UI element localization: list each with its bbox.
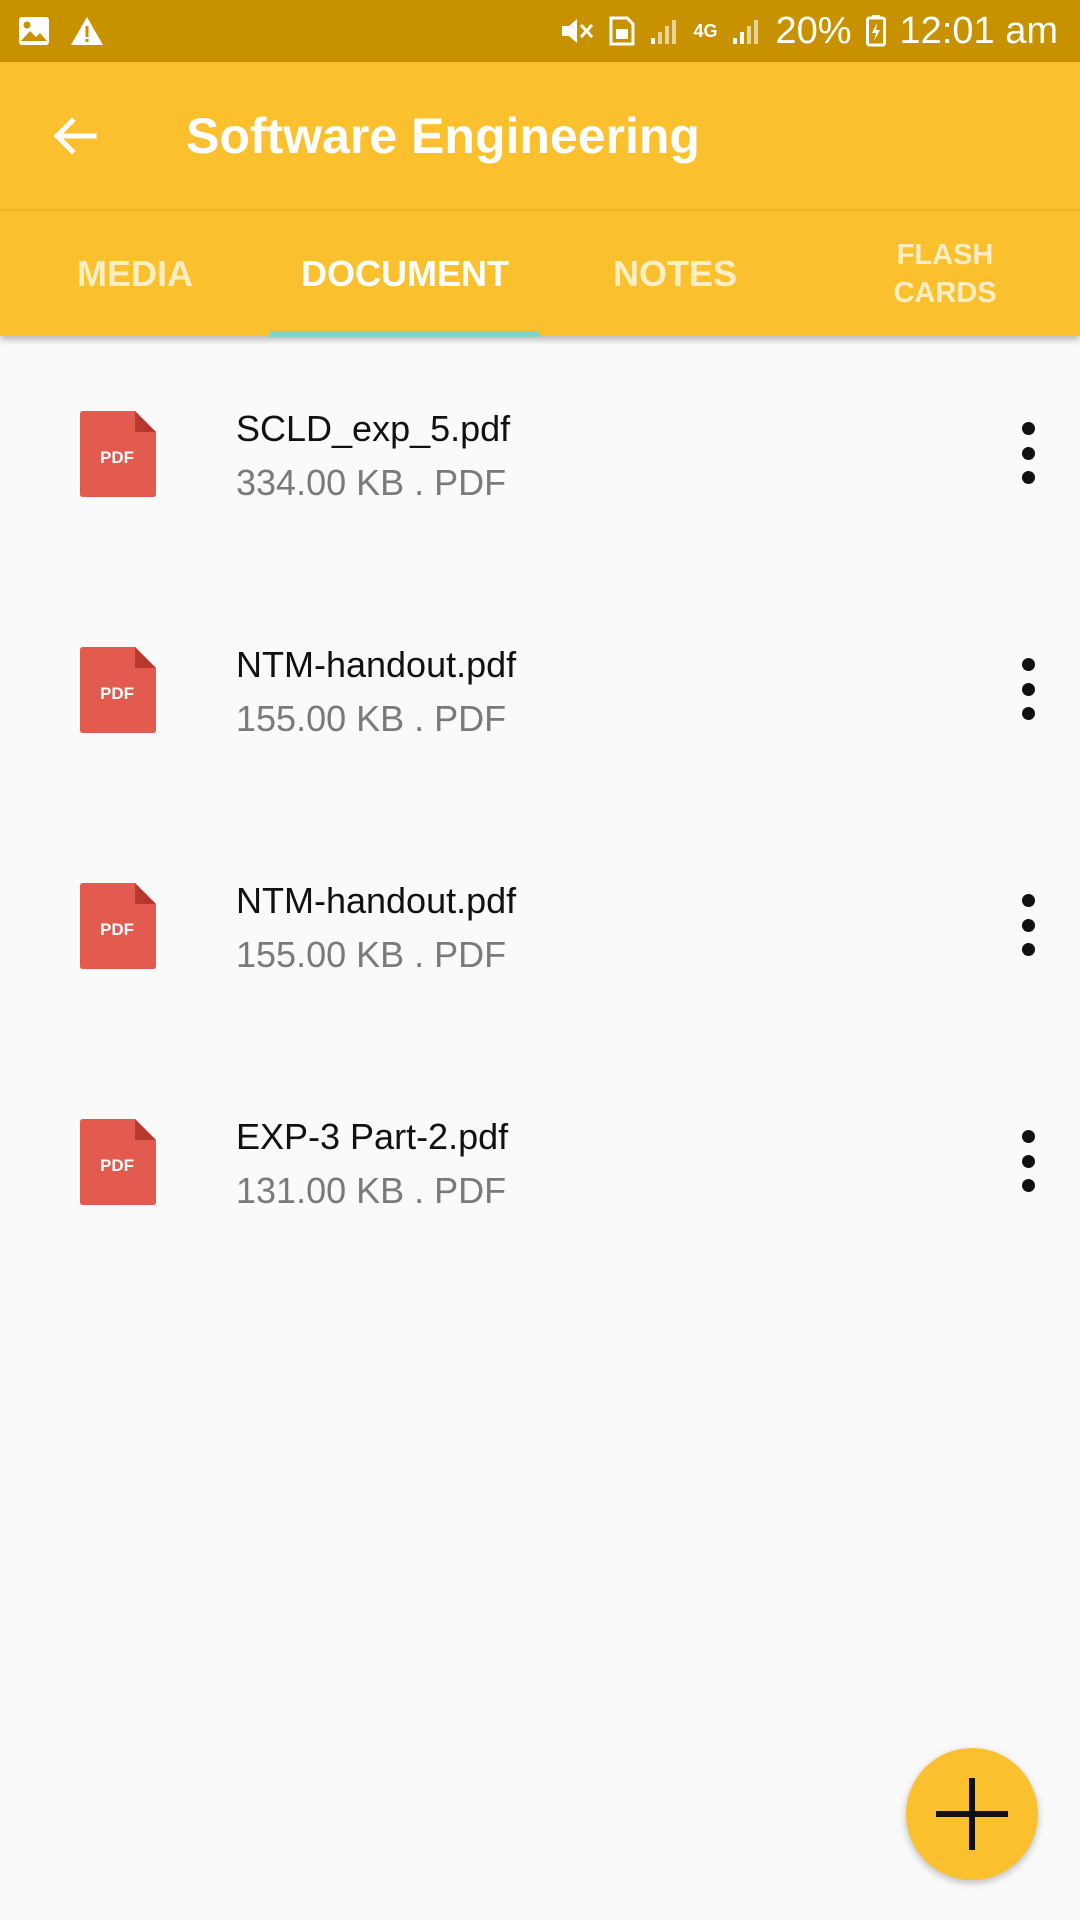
page-title: Software Engineering	[186, 108, 700, 164]
file-info: NTM-handout.pdf 155.00 KB . PDF	[236, 880, 516, 976]
list-item[interactable]: PDF NTM-handout.pdf 155.00 KB . PDF	[0, 572, 1080, 808]
mute-icon	[559, 16, 595, 46]
tab-flash-cards[interactable]: FLASH CARDS	[810, 211, 1080, 337]
document-list: PDF SCLD_exp_5.pdf 334.00 KB . PDF PDF N…	[0, 336, 1080, 1280]
pdf-file-icon: PDF	[80, 647, 156, 733]
svg-text:PDF: PDF	[100, 684, 134, 703]
signal-icon-2	[731, 16, 761, 46]
tab-document[interactable]: DOCUMENT	[270, 211, 540, 337]
status-bar: 4G 20% 12:01 am	[0, 0, 1080, 62]
network-type-label: 4G	[693, 20, 718, 41]
network-type-icon: 4G	[693, 21, 717, 42]
file-name: NTM-handout.pdf	[236, 880, 517, 921]
list-item[interactable]: PDF NTM-handout.pdf 155.00 KB . PDF	[0, 808, 1080, 1044]
status-right: 4G 20% 12:01 am	[559, 10, 1058, 53]
battery-icon	[865, 15, 886, 47]
arrow-back-icon	[53, 117, 97, 155]
tab-bar: MEDIA DOCUMENT NOTES FLASH CARDS	[0, 210, 1080, 337]
signal-icon	[649, 16, 679, 46]
file-meta: 131.00 KB . PDF	[236, 1170, 507, 1211]
add-button[interactable]	[906, 1748, 1038, 1880]
more-options-icon[interactable]	[1000, 416, 1056, 490]
more-options-icon[interactable]	[1000, 652, 1056, 726]
pdf-file-icon: PDF	[80, 1119, 156, 1205]
pdf-file-icon: PDF	[80, 411, 156, 497]
sim-icon	[609, 16, 635, 46]
file-info: EXP-3 Part-2.pdf 131.00 KB . PDF	[236, 1116, 508, 1212]
back-button[interactable]	[26, 88, 122, 184]
file-info: SCLD_exp_5.pdf 334.00 KB . PDF	[236, 408, 510, 504]
file-meta: 155.00 KB . PDF	[236, 698, 507, 739]
warning-icon	[70, 16, 104, 46]
list-item[interactable]: PDF EXP-3 Part-2.pdf 131.00 KB . PDF	[0, 1044, 1080, 1280]
tab-media[interactable]: MEDIA	[0, 211, 270, 337]
tab-notes[interactable]: NOTES	[540, 211, 810, 337]
file-name: SCLD_exp_5.pdf	[236, 408, 511, 449]
app-bar: Software Engineering	[0, 62, 1080, 210]
file-name: EXP-3 Part-2.pdf	[236, 1116, 509, 1157]
status-left	[18, 16, 104, 46]
svg-text:PDF: PDF	[100, 448, 134, 467]
svg-text:PDF: PDF	[100, 1156, 134, 1175]
file-name: NTM-handout.pdf	[236, 644, 517, 685]
pdf-file-icon: PDF	[80, 883, 156, 969]
plus-icon	[936, 1778, 1008, 1850]
svg-text:PDF: PDF	[100, 920, 134, 939]
battery-percent: 20%	[775, 9, 852, 52]
more-options-icon[interactable]	[1000, 1124, 1056, 1198]
list-item[interactable]: PDF SCLD_exp_5.pdf 334.00 KB . PDF	[0, 336, 1080, 572]
file-meta: 334.00 KB . PDF	[236, 462, 507, 503]
clock: 12:01 am	[899, 9, 1058, 52]
file-meta: 155.00 KB . PDF	[236, 934, 507, 975]
more-options-icon[interactable]	[1000, 888, 1056, 962]
image-icon	[18, 16, 50, 46]
file-info: NTM-handout.pdf 155.00 KB . PDF	[236, 644, 516, 740]
